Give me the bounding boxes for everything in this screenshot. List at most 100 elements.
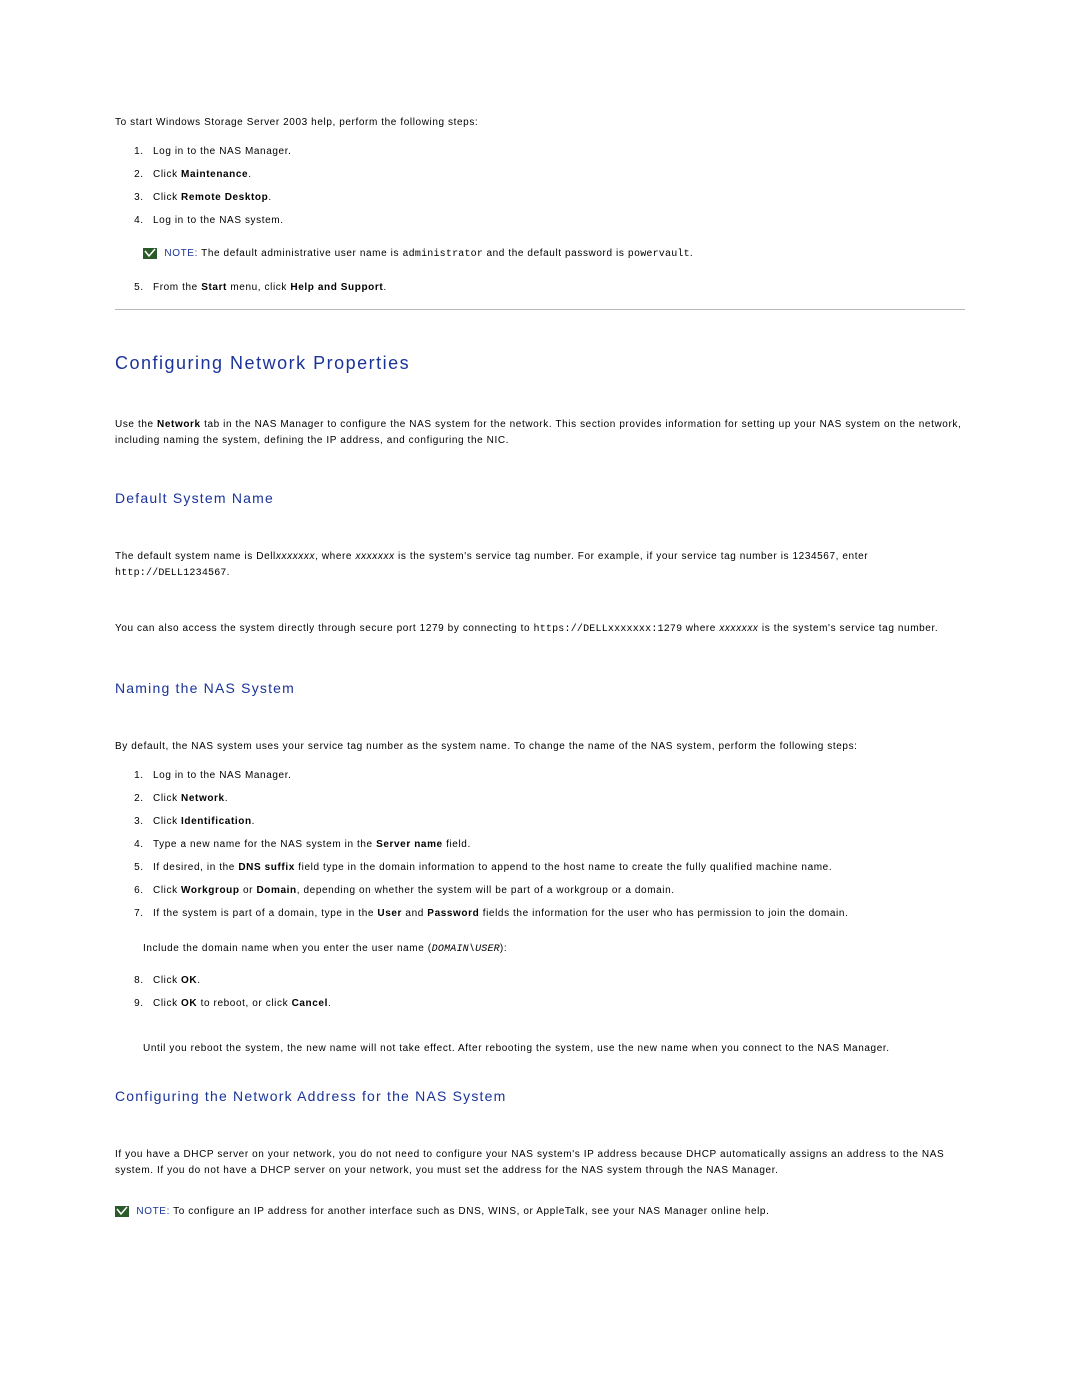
heading-configuring-address: Configuring the Network Address for the …: [115, 1086, 965, 1107]
step-prefix: Click: [153, 885, 181, 896]
step-bold: Help and Support: [290, 282, 383, 293]
text-run: .: [227, 567, 230, 578]
list-item: Log in to the NAS Manager.: [147, 768, 965, 783]
code-run: http://DELL1234567: [115, 568, 227, 579]
step-mid: or: [240, 885, 257, 896]
list-item: Click Network.: [147, 791, 965, 806]
step-bold: Start: [201, 282, 227, 293]
naming-intro-paragraph: By default, the NAS system uses your ser…: [115, 739, 965, 755]
code-run: DOMAIN\USER: [432, 944, 500, 955]
step-mid: and: [402, 908, 427, 919]
step-suffix: fields the information for the user who …: [479, 908, 848, 919]
list-item: Click Workgroup or Domain, depending on …: [147, 883, 965, 898]
note-icon: [143, 248, 157, 259]
intro-text: To start Windows Storage Server 2003 hel…: [115, 115, 965, 130]
list-item: Click Remote Desktop.: [147, 190, 965, 205]
list-item: Log in to the NAS system.: [147, 213, 965, 228]
step-suffix: , depending on whether the system will b…: [297, 885, 675, 896]
list-item: If the system is part of a domain, type …: [147, 906, 965, 921]
note-icon: [115, 1206, 129, 1217]
step-bold: Network: [181, 793, 225, 804]
code-run: https://DELLxxxxxxx:1279: [534, 624, 683, 635]
default-name-paragraph-2: You can also access the system directly …: [115, 621, 965, 638]
naming-steps-1-7: Log in to the NAS Manager. Click Network…: [115, 768, 965, 921]
step-text-prefix: Click: [153, 169, 181, 180]
list-item: Type a new name for the NAS system in th…: [147, 837, 965, 852]
text-run: is the system's service tag number. For …: [395, 551, 869, 562]
naming-steps-8-9: Click OK. Click OK to reboot, or click C…: [115, 973, 965, 1011]
italic-run: xxxxxxx: [276, 551, 315, 562]
note-block: NOTE: The default administrative user na…: [143, 246, 965, 262]
step-bold: DNS suffix: [238, 862, 295, 873]
steps-top-5: From the Start menu, click Help and Supp…: [115, 280, 965, 295]
step-suffix: .: [328, 998, 331, 1009]
step-bold: Maintenance: [181, 169, 248, 180]
bold-run: Network: [157, 419, 201, 430]
step-suffix: field type in the domain information to …: [295, 862, 832, 873]
heading-configuring-network-properties: Configuring Network Properties: [115, 350, 965, 377]
step-bold: Cancel: [292, 998, 328, 1009]
text-run: , where: [315, 551, 355, 562]
step-suffix: .: [197, 975, 200, 986]
note-text: The default administrative user name is: [198, 248, 403, 259]
heading-naming-nas: Naming the NAS System: [115, 678, 965, 699]
step-suffix: .: [225, 793, 228, 804]
steps-top-1-4: Log in to the NAS Manager. Click Mainten…: [115, 144, 965, 228]
step-bold: OK: [181, 975, 197, 986]
step-bold: Remote Desktop: [181, 192, 268, 203]
naming-reboot-note: Until you reboot the system, the new nam…: [143, 1041, 965, 1056]
step-text-suffix: .: [383, 282, 386, 293]
step-mid: to reboot, or click: [197, 998, 291, 1009]
default-name-paragraph-1: The default system name is Dellxxxxxxx, …: [115, 549, 965, 581]
italic-run: xxxxxxx: [355, 551, 394, 562]
address-intro-paragraph: If you have a DHCP server on your networ…: [115, 1147, 965, 1178]
step-prefix: Click: [153, 816, 181, 827]
step-text-prefix: From the: [153, 282, 201, 293]
step-prefix: If desired, in the: [153, 862, 238, 873]
step-prefix: Click: [153, 975, 181, 986]
step-bold: Domain: [256, 885, 296, 896]
list-item: From the Start menu, click Help and Supp…: [147, 280, 965, 295]
config-intro-paragraph: Use the Network tab in the NAS Manager t…: [115, 417, 965, 448]
note-code: powervault: [628, 249, 690, 260]
step-prefix: Type a new name for the NAS system in th…: [153, 839, 376, 850]
step-bold: Password: [427, 908, 479, 919]
italic-run: xxxxxxx: [719, 623, 758, 634]
step-text-prefix: Click: [153, 192, 181, 203]
note-text: .: [690, 248, 693, 259]
text-run: ):: [500, 943, 507, 954]
step-prefix: If the system is part of a domain, type …: [153, 908, 377, 919]
list-item: Click Identification.: [147, 814, 965, 829]
step-bold: OK: [181, 998, 197, 1009]
text-run: where: [682, 623, 719, 634]
text-run: The default system name is Dell: [115, 551, 276, 562]
step-suffix: .: [252, 816, 255, 827]
text-run: tab in the NAS Manager to configure the …: [115, 419, 961, 446]
naming-domain-sub: Include the domain name when you enter t…: [143, 941, 965, 957]
step-bold: Identification: [181, 816, 252, 827]
note-block: NOTE: To configure an IP address for ano…: [115, 1204, 965, 1219]
text-run: Use the: [115, 419, 157, 430]
step-suffix: field.: [443, 839, 471, 850]
text-run: You can also access the system directly …: [115, 623, 534, 634]
list-item: If desired, in the DNS suffix field type…: [147, 860, 965, 875]
note-text: To configure an IP address for another i…: [170, 1206, 770, 1217]
list-item: Click Maintenance.: [147, 167, 965, 182]
step-prefix: Click: [153, 998, 181, 1009]
step-text-mid: menu, click: [227, 282, 290, 293]
text-run: is the system's service tag number.: [759, 623, 939, 634]
step-text-suffix: .: [248, 169, 251, 180]
step-bold: Workgroup: [181, 885, 240, 896]
note-label: NOTE:: [136, 1206, 170, 1217]
heading-default-system-name: Default System Name: [115, 488, 965, 509]
step-bold: User: [377, 908, 402, 919]
step-text-suffix: .: [268, 192, 271, 203]
note-text: and the default password is: [483, 248, 628, 259]
text-run: Include the domain name when you enter t…: [143, 943, 432, 954]
note-code: administrator: [402, 249, 483, 260]
step-bold: Server name: [376, 839, 443, 850]
list-item: Click OK.: [147, 973, 965, 988]
list-item: Log in to the NAS Manager.: [147, 144, 965, 159]
list-item: Click OK to reboot, or click Cancel.: [147, 996, 965, 1011]
step-prefix: Click: [153, 793, 181, 804]
